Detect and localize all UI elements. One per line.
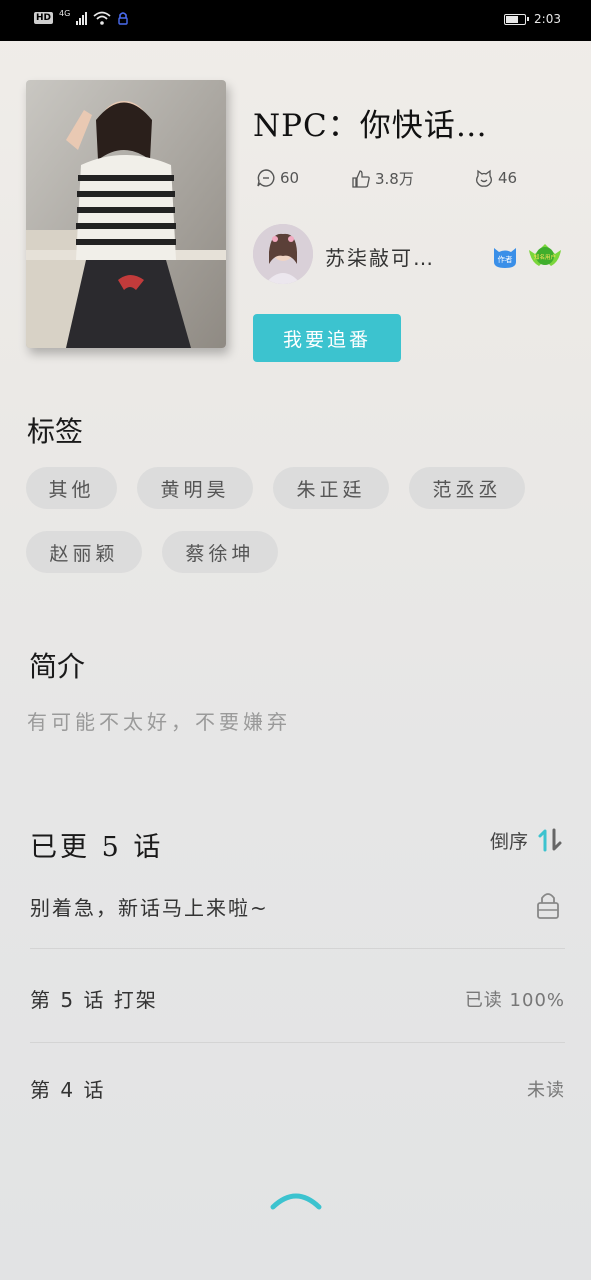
clock: 2:03 [534, 12, 561, 26]
episode-row[interactable]: 第 4 话 未读 [30, 1058, 565, 1126]
chevron-up-icon[interactable] [270, 1185, 322, 1211]
status-right: 2:03 [504, 12, 561, 26]
status-left: HD 4G [34, 8, 129, 25]
episode-locked-row[interactable]: 别着急，新话马上来啦~ [30, 880, 565, 949]
tag-item[interactable]: 朱正廷 [273, 467, 389, 509]
like-count: 3.8万 [375, 170, 414, 188]
sort-label: 倒序 [489, 830, 528, 853]
comment-icon [257, 169, 275, 187]
vpn-icon [118, 12, 129, 25]
tag-item[interactable]: 黄明昊 [137, 467, 253, 509]
tag-item[interactable]: 赵丽颖 [26, 531, 142, 573]
episode-locked-title: 别着急，新话马上来啦~ [30, 896, 269, 920]
level-badge-icon: 知名用户 [529, 244, 561, 266]
favorite-stat[interactable]: 46 [474, 168, 517, 188]
comment-count: 60 [280, 169, 300, 187]
favorite-icon [476, 169, 492, 187]
intro-title: 简介 [29, 650, 86, 683]
author-name[interactable]: 苏柒敲可… [325, 242, 435, 271]
sort-icon [538, 828, 562, 852]
status-bar: HD 4G 2:03 [0, 0, 591, 41]
tag-item[interactable]: 范丞丞 [409, 467, 525, 509]
author-badge-icon: 作者 [494, 248, 516, 268]
lock-icon [537, 893, 559, 919]
hd-indicator: HD [34, 12, 54, 24]
tags-title: 标签 [27, 415, 84, 448]
signal-icon [76, 11, 88, 25]
level-badge-label: 知名用户 [534, 253, 556, 261]
author-avatar[interactable] [253, 224, 313, 284]
episode-status: 已读 100% [464, 990, 565, 1011]
episode-row[interactable]: 第 5 话 打架 已读 100% [30, 968, 565, 1043]
tag-item[interactable]: 蔡徐坤 [162, 531, 278, 573]
comic-stats: 60 3.8万 46 [256, 168, 556, 194]
network-type: 4G [59, 8, 71, 18]
comic-cover-image[interactable] [26, 80, 226, 348]
wifi-icon [93, 11, 111, 25]
comic-title: NPC：你快话… [253, 108, 488, 144]
episode-title: 第 5 话 打架 [30, 988, 158, 1012]
favorite-count: 46 [498, 169, 518, 187]
follow-button[interactable]: 我要追番 [253, 314, 401, 362]
battery-icon [504, 13, 530, 25]
intro-text: 有可能不太好，不要嫌弃 [27, 710, 291, 734]
episode-status: 未读 [527, 1080, 565, 1101]
like-stat[interactable]: 3.8万 [351, 168, 414, 189]
comment-stat[interactable]: 60 [256, 168, 299, 188]
author-row[interactable]: 苏柒敲可… 作者 知名用户 [253, 222, 568, 286]
episodes-header: 已更 5 话 [30, 832, 164, 863]
sort-toggle[interactable]: 倒序 [490, 826, 564, 854]
episode-title: 第 4 话 [30, 1078, 106, 1102]
author-badge-label: 作者 [498, 254, 513, 264]
like-icon [352, 169, 370, 188]
tag-item[interactable]: 其他 [26, 467, 117, 509]
